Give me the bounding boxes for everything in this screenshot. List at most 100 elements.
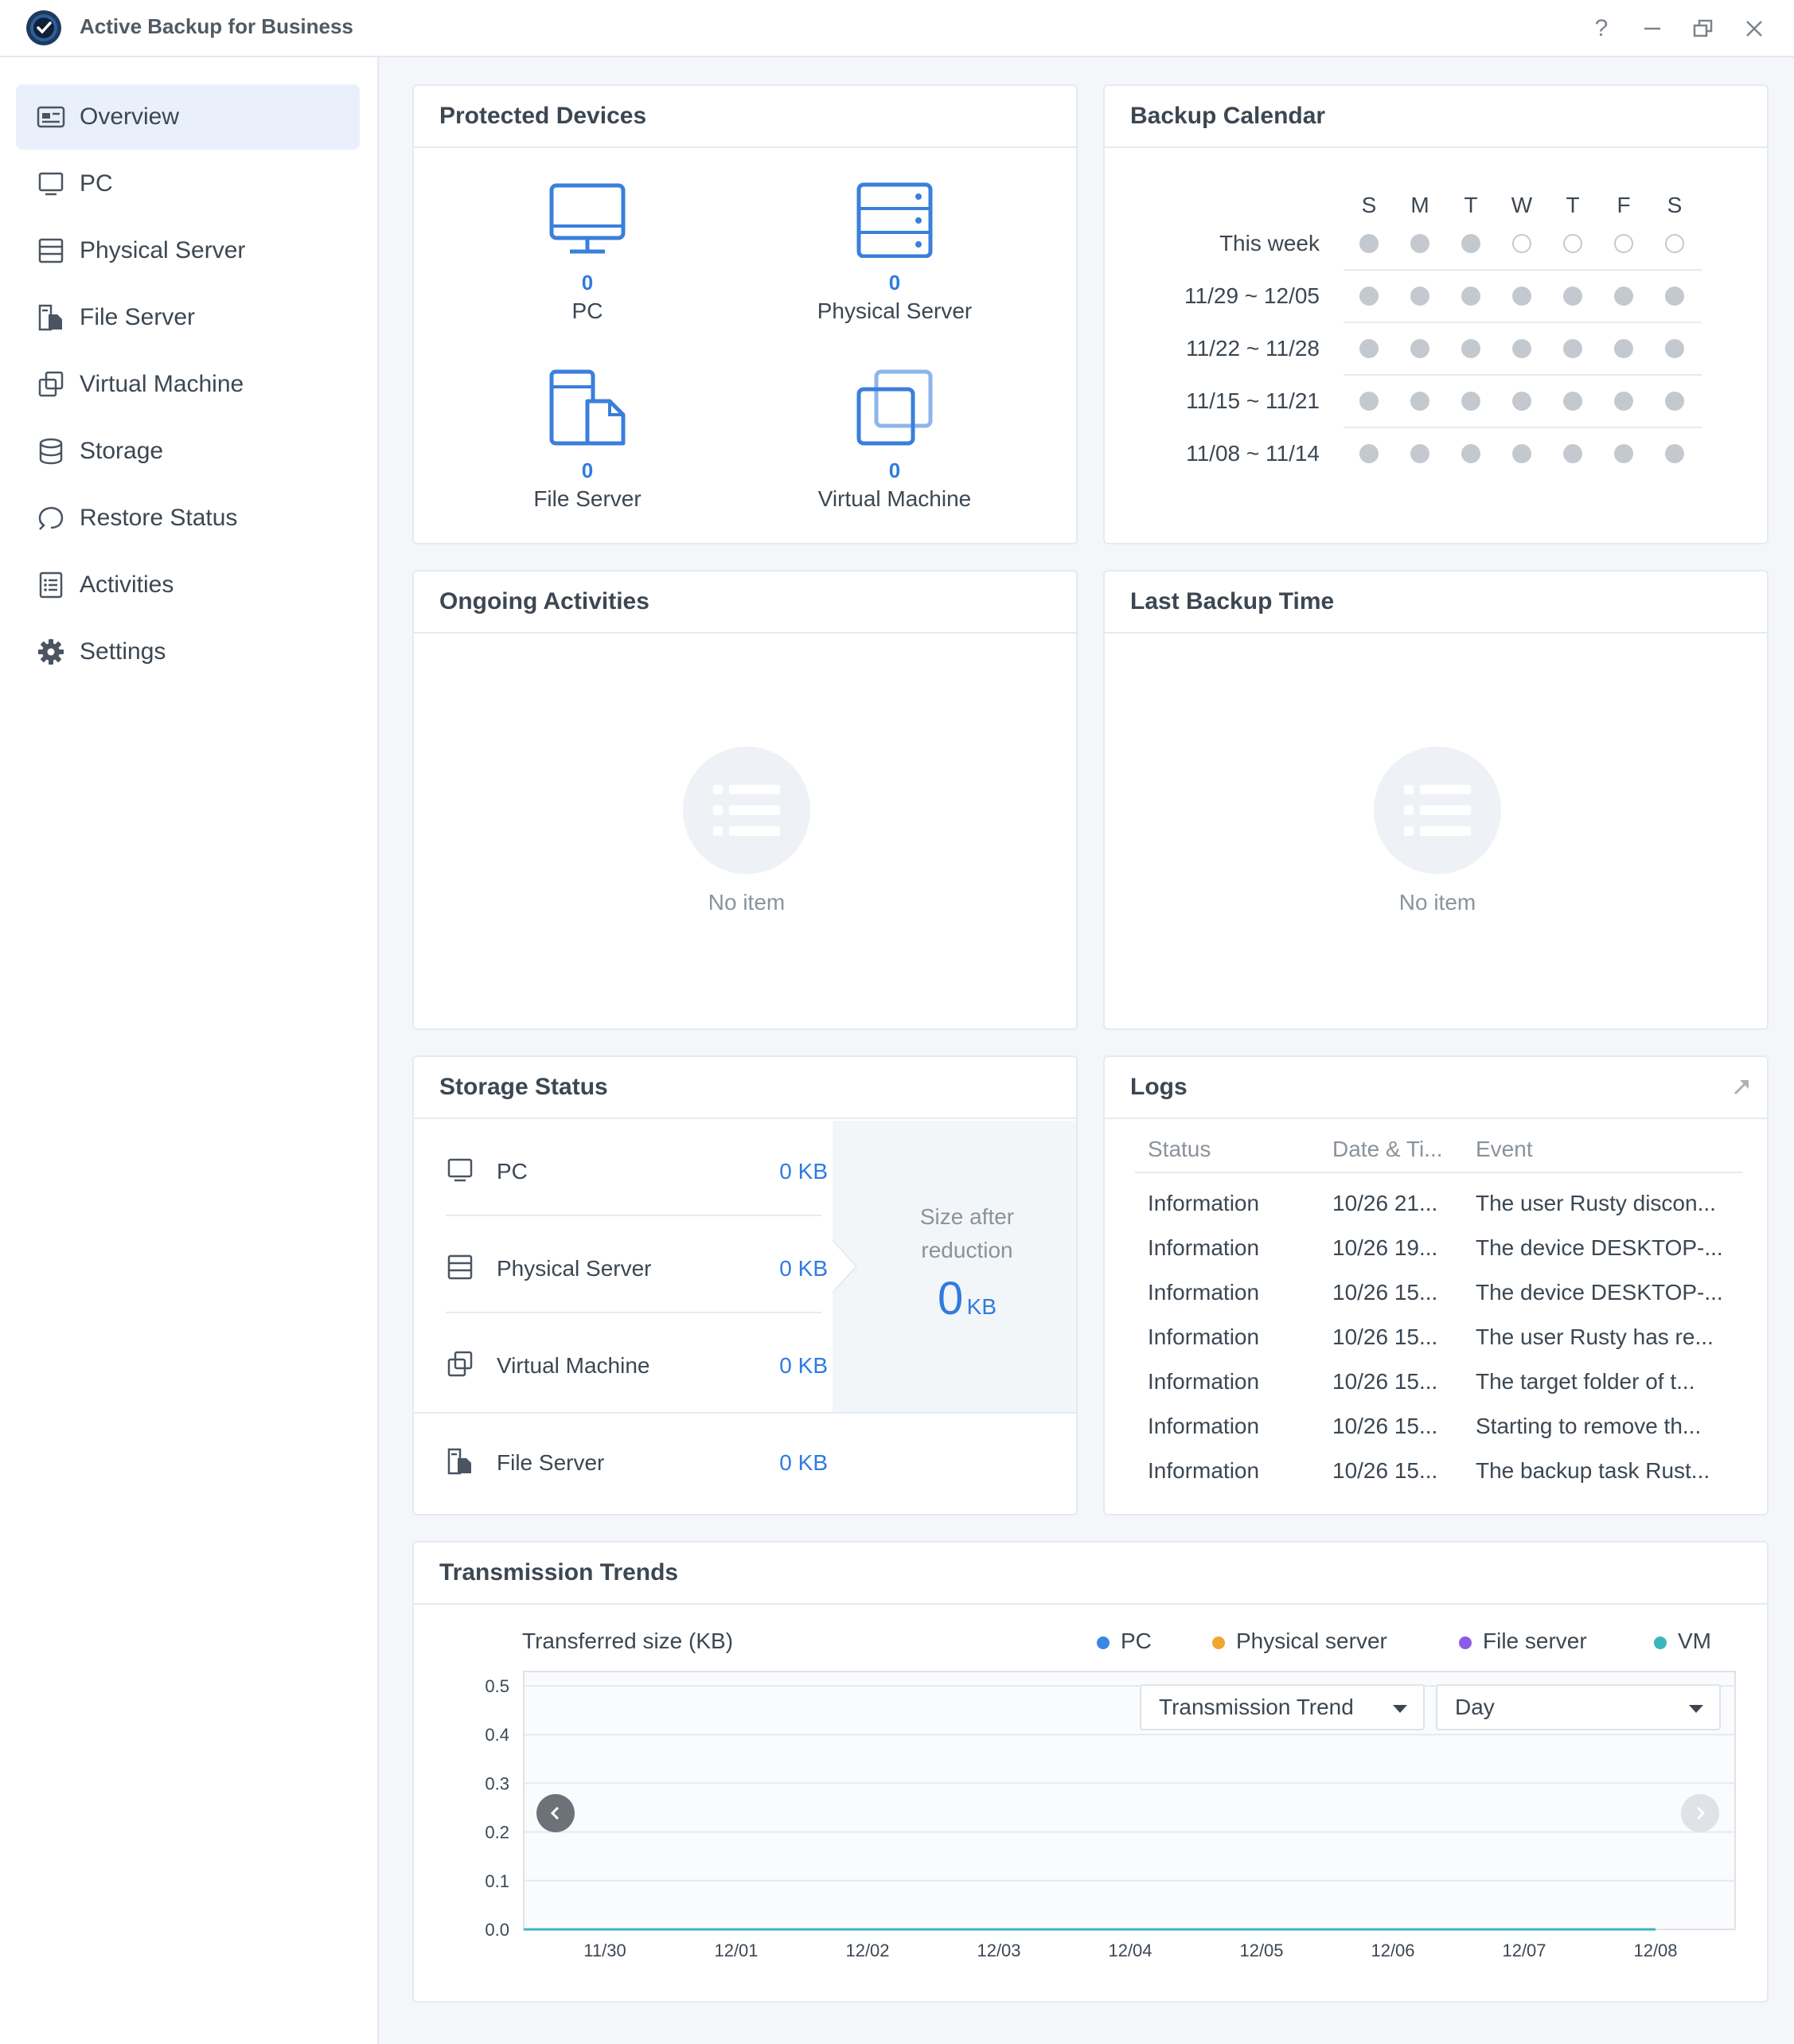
storage-row-physical-server: Physical Server 0 KB — [446, 1240, 828, 1296]
period-select[interactable]: Day — [1436, 1684, 1721, 1730]
chart-next-button[interactable] — [1681, 1794, 1719, 1832]
empty-list-icon — [1374, 747, 1501, 874]
calendar-day-header: W — [1511, 193, 1533, 217]
select-value: Transmission Trend — [1159, 1695, 1354, 1719]
calendar-dot-backed-up[interactable] — [1512, 287, 1531, 306]
calendar-dot-backed-up[interactable] — [1359, 444, 1379, 463]
calendar-dot-backed-up[interactable] — [1512, 339, 1531, 358]
calendar-dot-backed-up[interactable] — [1461, 234, 1480, 253]
calendar-dot-backed-up[interactable] — [1410, 287, 1429, 306]
calendar-dot-backed-up[interactable] — [1410, 392, 1429, 411]
sidebar-item-label: Physical Server — [80, 237, 246, 263]
calendar-dot-backed-up[interactable] — [1665, 392, 1684, 411]
calendar-dot-backed-up[interactable] — [1614, 287, 1633, 306]
storage-value: 0 KB — [779, 1159, 828, 1184]
storage-status-panel: Storage Status Size after reduction 0 KB… — [412, 1055, 1078, 1515]
calendar-dot-backed-up[interactable] — [1563, 339, 1582, 358]
expand-icon[interactable] — [1732, 1078, 1751, 1097]
device-virtual-machine[interactable]: 0 Virtual Machine — [767, 369, 1022, 512]
app-logo-icon — [26, 10, 61, 45]
help-icon: ? — [1594, 15, 1609, 41]
device-label: Physical Server — [817, 298, 973, 323]
device-count: 0 — [581, 271, 594, 295]
storage-row-pc: PC 0 KB — [446, 1143, 828, 1199]
ongoing-activities-panel: Ongoing Activities No item — [412, 570, 1078, 1030]
device-count: 0 — [888, 271, 901, 295]
device-file-server[interactable]: 0 File Server — [460, 369, 715, 512]
log-column-header[interactable]: Date & Ti... — [1332, 1137, 1468, 1162]
calendar-dot-backed-up[interactable] — [1461, 392, 1480, 411]
gear-icon — [38, 639, 64, 665]
sidebar-item-file-server[interactable]: File Server — [16, 285, 360, 350]
overview-icon — [37, 106, 65, 128]
calendar-dot-backed-up[interactable] — [1359, 287, 1379, 306]
sidebar-item-virtual-machine[interactable]: Virtual Machine — [16, 352, 360, 417]
sidebar-item-pc[interactable]: PC — [16, 151, 360, 216]
calendar-dot-backed-up[interactable] — [1410, 234, 1429, 253]
pc-device-icon — [549, 183, 626, 254]
sidebar-item-settings[interactable]: Settings — [16, 619, 360, 685]
calendar-dot-backed-up[interactable] — [1461, 339, 1480, 358]
calendar-dot-backed-up[interactable] — [1563, 444, 1582, 463]
calendar-dot-empty[interactable] — [1614, 234, 1633, 253]
log-status: Information — [1148, 1324, 1260, 1349]
pc-icon — [38, 172, 64, 196]
help-button[interactable]: ? — [1584, 11, 1619, 46]
calendar-dot-backed-up[interactable] — [1359, 234, 1379, 253]
calendar-dot-backed-up[interactable] — [1665, 339, 1684, 358]
calendar-dot-backed-up[interactable] — [1359, 339, 1379, 358]
reduction-value: 0 KB — [937, 1273, 997, 1324]
close-button[interactable] — [1737, 11, 1772, 46]
calendar-dot-backed-up[interactable] — [1614, 392, 1633, 411]
log-event: The device DESKTOP-... — [1476, 1280, 1723, 1305]
calendar-dot-backed-up[interactable] — [1563, 392, 1582, 411]
physical-server-device-icon — [856, 182, 933, 258]
calendar-dot-backed-up[interactable] — [1512, 392, 1531, 411]
sidebar-item-physical-server[interactable]: Physical Server — [16, 218, 360, 283]
x-tick-label: 12/02 — [845, 1941, 889, 1960]
activities-icon — [39, 571, 63, 599]
panel-title: Backup Calendar — [1105, 86, 1767, 148]
reduction-label: Size after reduction — [919, 1204, 1015, 1262]
calendar-dot-backed-up[interactable] — [1563, 287, 1582, 306]
restore-icon — [1693, 19, 1713, 37]
calendar-dot-empty[interactable] — [1512, 234, 1531, 253]
calendar-dot-backed-up[interactable] — [1665, 444, 1684, 463]
backup-calendar-panel: Backup Calendar S M T W T F S This week 11/29 ~ … — [1103, 84, 1769, 544]
sidebar-item-label: Settings — [80, 638, 166, 665]
calendar-dot-backed-up[interactable] — [1614, 339, 1633, 358]
trend-select[interactable]: Transmission Trend — [1140, 1684, 1425, 1730]
app-title: Active Backup for Business — [80, 14, 353, 38]
calendar-dot-backed-up[interactable] — [1461, 444, 1480, 463]
sidebar-item-restore-status[interactable]: Restore Status — [16, 486, 360, 551]
calendar-dot-backed-up[interactable] — [1461, 287, 1480, 306]
title-bar: Active Backup for Business ? — [0, 0, 1794, 57]
logs-panel: Logs Status Date & Ti... Event Information 1… — [1103, 1055, 1769, 1515]
virtual-machine-icon — [447, 1351, 473, 1377]
x-tick-label: 12/03 — [977, 1941, 1020, 1960]
calendar-dot-backed-up[interactable] — [1410, 444, 1429, 463]
log-column-header[interactable]: Event — [1476, 1137, 1730, 1162]
restore-button[interactable] — [1686, 11, 1721, 46]
device-physical-server[interactable]: 0 Physical Server — [767, 181, 1022, 324]
storage-label: PC — [497, 1159, 528, 1184]
calendar-dot-backed-up[interactable] — [1512, 444, 1531, 463]
log-column-header[interactable]: Status — [1148, 1137, 1323, 1162]
sidebar-item-storage[interactable]: Storage — [16, 419, 360, 484]
calendar-dot-backed-up[interactable] — [1410, 339, 1429, 358]
calendar-dot-backed-up[interactable] — [1614, 444, 1633, 463]
y-tick-label: 0.1 — [485, 1871, 509, 1891]
calendar-dot-empty[interactable] — [1563, 234, 1582, 253]
sidebar-item-overview[interactable]: Overview — [16, 84, 360, 150]
device-pc[interactable]: 0 PC — [460, 181, 715, 324]
sidebar-item-activities[interactable]: Activities — [16, 552, 360, 618]
caret-down-icon — [1689, 1705, 1703, 1713]
storage-icon — [39, 438, 63, 465]
calendar-dot-empty[interactable] — [1665, 234, 1684, 253]
x-tick-label: 12/06 — [1371, 1941, 1414, 1960]
calendar-dot-backed-up[interactable] — [1665, 287, 1684, 306]
chart-prev-button[interactable] — [536, 1794, 575, 1832]
log-date: 10/26 19... — [1332, 1235, 1438, 1260]
minimize-button[interactable] — [1635, 11, 1670, 46]
calendar-dot-backed-up[interactable] — [1359, 392, 1379, 411]
